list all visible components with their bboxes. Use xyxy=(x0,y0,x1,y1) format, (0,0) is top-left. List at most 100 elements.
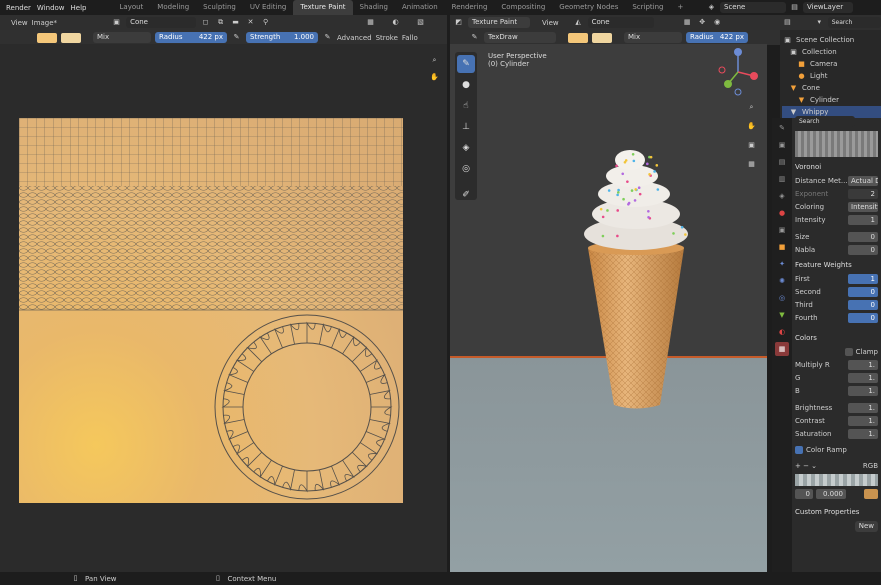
visibility-icon[interactable]: ▦ xyxy=(682,17,693,28)
object-tab-icon[interactable]: ■ xyxy=(775,240,789,254)
outliner-editor-icon[interactable]: ▤ xyxy=(782,17,793,28)
vp-primary-swatch[interactable] xyxy=(568,32,588,43)
display-icon[interactable]: ◐ xyxy=(390,17,401,28)
properties-search[interactable]: Search xyxy=(795,116,855,127)
output-tab-icon[interactable]: ▤ xyxy=(775,155,789,169)
vp-hand-icon[interactable]: ✋ xyxy=(746,121,757,132)
coloring-select[interactable]: Intensity xyxy=(848,202,878,212)
ramp-index[interactable]: 0 xyxy=(795,489,813,499)
object-field[interactable]: Cone xyxy=(587,17,654,28)
nabla-value[interactable]: 0 xyxy=(848,245,878,255)
outliner-search[interactable]: Search xyxy=(827,17,881,28)
add-workspace-button[interactable]: + xyxy=(670,0,690,15)
radius-field[interactable]: Radius 422 px xyxy=(155,32,227,43)
outliner-row-cylinder[interactable]: ▼ Cylinder xyxy=(782,94,881,106)
mask-tool-icon[interactable]: ◎ xyxy=(457,160,475,178)
brush-select[interactable]: TexDraw xyxy=(484,32,556,43)
intensity-value[interactable]: 1 xyxy=(848,215,878,225)
tool-tab-icon[interactable]: ✎ xyxy=(775,121,789,135)
outliner-row-collection[interactable]: ▣ Collection xyxy=(782,46,881,58)
primary-color-swatch[interactable] xyxy=(37,32,57,43)
feature-weights-section[interactable]: Feature Weights xyxy=(795,259,878,272)
soften-tool-icon[interactable]: ● xyxy=(457,76,475,94)
close-icon[interactable]: ✕ xyxy=(245,17,256,28)
voronoi-section[interactable]: Voronoi xyxy=(795,161,878,174)
data-tab-icon[interactable]: ▼ xyxy=(775,308,789,322)
filter-icon[interactable]: ▾ xyxy=(814,17,825,28)
render-tab-icon[interactable]: ▣ xyxy=(775,138,789,152)
first-value[interactable]: 1 xyxy=(848,274,878,284)
falloff-menu[interactable]: Fallo xyxy=(402,34,418,42)
overlay-icon[interactable]: ▦ xyxy=(365,17,376,28)
menu-render[interactable]: Render xyxy=(6,4,31,12)
second-value[interactable]: 0 xyxy=(848,287,878,297)
menu-help[interactable]: Help xyxy=(71,4,87,12)
vp-radius-field[interactable]: Radius 422 px xyxy=(686,32,748,43)
camera-view-icon[interactable]: ▣ xyxy=(746,140,757,151)
texture-tab-icon[interactable]: ▦ xyxy=(775,342,789,356)
material-tab-icon[interactable]: ◐ xyxy=(775,325,789,339)
channel-icon[interactable]: ▧ xyxy=(415,17,426,28)
size-value[interactable]: 0 xyxy=(848,232,878,242)
view-layer-field[interactable]: ViewLayer xyxy=(803,1,853,13)
image-datablock-field[interactable]: Cone xyxy=(126,17,197,28)
ramp-position[interactable]: 0.000 xyxy=(816,489,846,499)
tab-rendering[interactable]: Rendering xyxy=(445,0,495,15)
color-ramp-checkbox[interactable] xyxy=(795,446,803,454)
shading-icon[interactable]: ◉ xyxy=(712,17,723,28)
scene-field[interactable]: Scene xyxy=(720,1,786,13)
smear-tool-icon[interactable]: ☝ xyxy=(457,97,475,115)
menu-window[interactable]: Window xyxy=(37,4,65,12)
navigation-gizmo[interactable] xyxy=(714,46,764,98)
copy-icon[interactable]: ⧉ xyxy=(215,17,226,28)
saturation-value[interactable]: 1. xyxy=(848,429,878,439)
strength-pressure-icon[interactable]: ✎ xyxy=(322,32,333,43)
blend-mode-select[interactable]: Mix xyxy=(93,32,151,43)
g-value[interactable]: 1. xyxy=(848,373,878,383)
scene-tab-icon[interactable]: ◈ xyxy=(775,189,789,203)
b-value[interactable]: 1. xyxy=(848,386,878,396)
new-property-button[interactable]: New xyxy=(854,520,878,532)
view-menu[interactable]: View xyxy=(11,19,28,27)
particles-tab-icon[interactable]: ✺ xyxy=(775,274,789,288)
viewport-view-menu[interactable]: View xyxy=(542,19,559,27)
clone-tool-icon[interactable]: ⊥ xyxy=(457,118,475,136)
x-axis-icon[interactable] xyxy=(750,72,758,80)
distance-select[interactable]: Actual Di xyxy=(848,176,878,186)
tab-layout[interactable]: Layout xyxy=(113,0,151,15)
colors-section[interactable]: Colors xyxy=(795,332,878,345)
tab-compositing[interactable]: Compositing xyxy=(494,0,552,15)
annotate-tool-icon[interactable]: ✐ xyxy=(457,186,475,204)
view-layer-tab-icon[interactable]: ▥ xyxy=(775,172,789,186)
vp-blend-select[interactable]: Mix xyxy=(624,32,682,43)
outliner-row-camera[interactable]: ■ Camera xyxy=(782,58,881,70)
tab-modeling[interactable]: Modeling xyxy=(150,0,196,15)
clamp-checkbox[interactable] xyxy=(844,348,853,356)
vp-zoom-icon[interactable]: ⌕ xyxy=(746,102,757,113)
custom-properties-section[interactable]: Custom Properties xyxy=(795,506,878,519)
z-axis-icon[interactable] xyxy=(734,48,742,56)
tab-scripting[interactable]: Scripting xyxy=(625,0,670,15)
third-value[interactable]: 0 xyxy=(848,300,878,310)
fourth-value[interactable]: 0 xyxy=(848,313,878,323)
folder-icon[interactable]: ▬ xyxy=(230,17,241,28)
tab-animation[interactable]: Animation xyxy=(395,0,445,15)
fill-tool-icon[interactable]: ◈ xyxy=(457,139,475,157)
tab-geometry-nodes[interactable]: Geometry Nodes xyxy=(552,0,625,15)
ramp-add-remove[interactable]: + − ⌄ xyxy=(795,462,817,470)
gizmo-icon[interactable]: ✥ xyxy=(697,17,708,28)
color-ramp-bar[interactable] xyxy=(795,474,878,486)
outliner-row-light[interactable]: ● Light xyxy=(782,70,881,82)
contrast-value[interactable]: 1. xyxy=(848,416,878,426)
world-tab-icon[interactable]: ● xyxy=(775,206,789,220)
hand-icon[interactable]: ✋ xyxy=(429,72,440,83)
vp-secondary-swatch[interactable] xyxy=(592,32,612,43)
pin-icon[interactable]: ⚲ xyxy=(260,17,271,28)
outliner-row-cone[interactable]: ▼ Cone xyxy=(782,82,881,94)
advanced-menu[interactable]: Advanced xyxy=(337,34,372,42)
secondary-color-swatch[interactable] xyxy=(61,32,81,43)
pressure-icon[interactable]: ✎ xyxy=(231,32,242,43)
modifier-tab-icon[interactable]: ✦ xyxy=(775,257,789,271)
ortho-grid-icon[interactable]: ▦ xyxy=(746,159,757,170)
mode-select[interactable]: Texture Paint xyxy=(468,17,530,28)
